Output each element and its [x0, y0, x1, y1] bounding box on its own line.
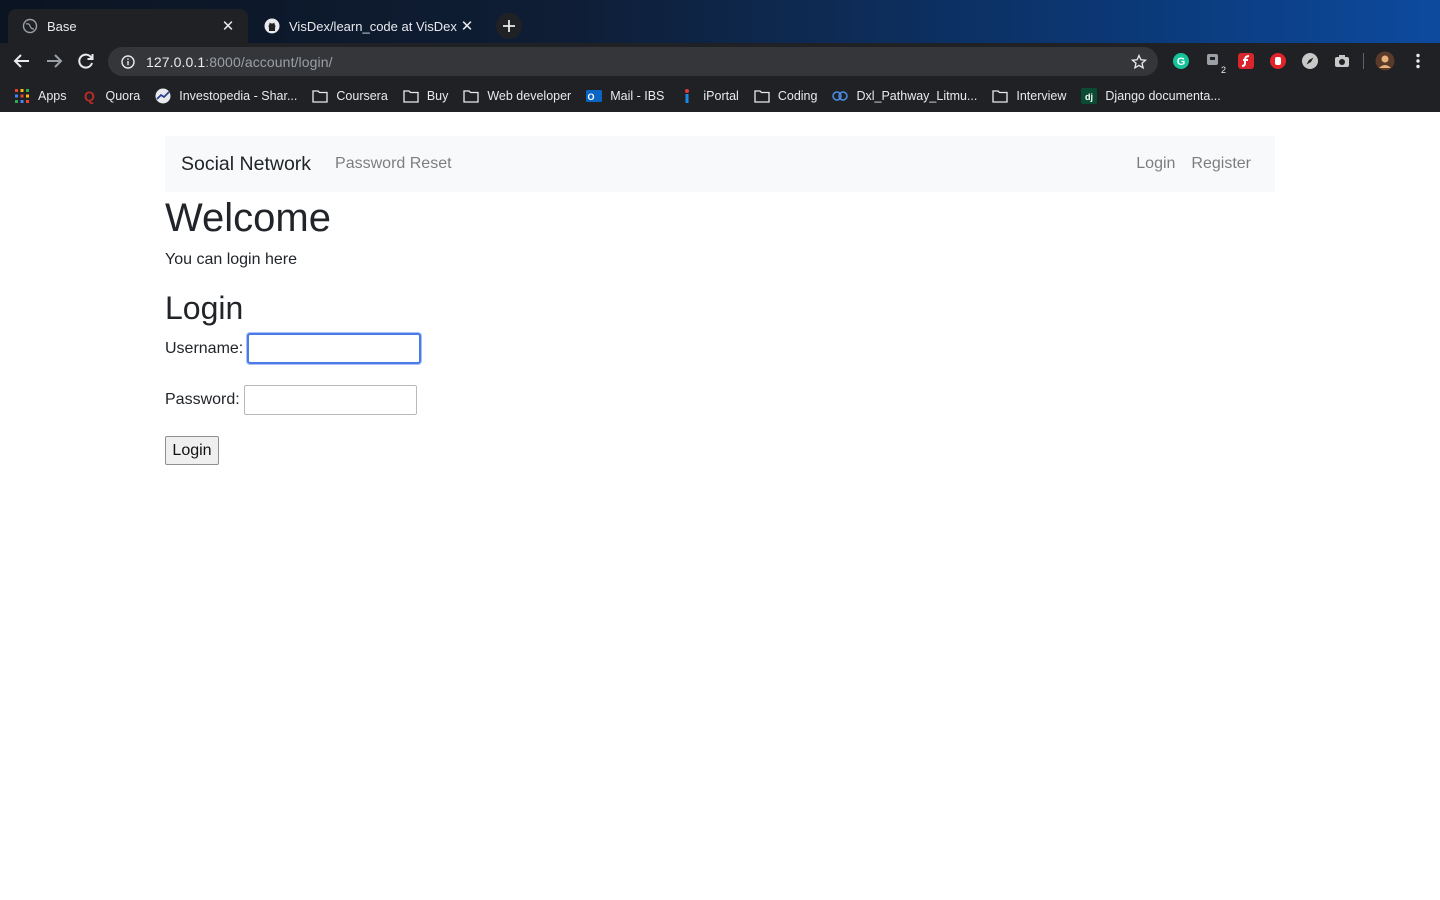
password-input[interactable] [243, 385, 417, 415]
arrow-left-icon [13, 54, 29, 68]
svg-text:dj: dj [1085, 92, 1093, 102]
bookmark-label: Coding [777, 88, 818, 103]
page-subtitle: You can login here [165, 251, 297, 268]
bookmark-coursera[interactable]: Coursera [312, 83, 394, 109]
navbar-right: Login Register [1136, 155, 1259, 173]
url-host: 127.0.0.1 [146, 53, 206, 70]
tab-title: VisDex/learn_code at VisDex [289, 18, 457, 34]
globe-icon [22, 18, 38, 34]
apps-grid-icon [14, 88, 30, 104]
password-label: Password: [165, 391, 240, 408]
bookmark-label: Apps [38, 88, 67, 103]
folder-icon [312, 88, 329, 104]
bookmark-label: Mail - IBS [610, 88, 665, 103]
bookmark-buy[interactable]: Buy [403, 83, 456, 109]
bookmark-label: Quora [105, 88, 141, 103]
bookmark-label: Coursera [336, 88, 388, 103]
url-text: 127.0.0.1:8000/account/login/ [146, 54, 333, 70]
grammarly-extension-icon[interactable]: G [1171, 51, 1191, 71]
login-form-title: Login [165, 290, 244, 326]
page-viewport: Social Network Password Reset Login Regi… [0, 112, 1440, 900]
bookmark-web-developer[interactable]: Web developer [463, 83, 578, 109]
nav-link-login[interactable]: Login [1136, 155, 1175, 173]
folder-icon [463, 88, 480, 104]
browser-toolbar: 127.0.0.1:8000/account/login/ G 2 [0, 43, 1440, 79]
reload-button[interactable] [76, 51, 96, 71]
folder-icon [992, 88, 1009, 104]
github-icon [264, 18, 280, 34]
compass-extension-icon[interactable] [1300, 51, 1320, 71]
site-navbar: Social Network Password Reset Login Regi… [165, 136, 1275, 192]
flash-extension-icon[interactable] [1236, 51, 1256, 71]
bookmark-apps[interactable]: Apps [14, 83, 74, 109]
bookmark-quora[interactable]: Q Quora [82, 83, 148, 109]
outlook-icon: O [586, 88, 603, 104]
investopedia-icon [155, 88, 171, 104]
address-bar[interactable]: 127.0.0.1:8000/account/login/ [108, 47, 1158, 76]
camera-extension-icon[interactable] [1332, 51, 1352, 71]
login-submit-button[interactable]: Login [165, 436, 219, 465]
arrow-right-icon [47, 54, 63, 68]
svg-text:G: G [1177, 56, 1186, 68]
bookmark-coding[interactable]: Coding [754, 83, 825, 109]
bookmark-label: Investopedia - Shar... [179, 88, 298, 103]
nav-link-register[interactable]: Register [1191, 155, 1251, 173]
tab-strip: Base ✕ VisDex/learn_code at VisDex ✕ [0, 0, 1440, 43]
quora-icon: Q [84, 87, 95, 104]
close-tab-icon[interactable]: ✕ [459, 18, 475, 35]
toolbar-separator [1363, 53, 1364, 69]
folder-icon [403, 88, 419, 104]
password-row: Password: [165, 385, 417, 415]
bookmark-label: iPortal [703, 88, 739, 103]
bookmark-label: Dxl_Pathway_Litmu... [856, 88, 978, 103]
bookmark-investopedia[interactable]: Investopedia - Shar... [155, 83, 304, 109]
bookmarks-bar: Apps Q Quora Investopedia - Shar... Cour… [0, 79, 1440, 112]
folder-icon [754, 88, 770, 104]
bookmark-mail-ibs[interactable]: O Mail - IBS [586, 83, 671, 109]
bookmark-star-icon[interactable] [1130, 53, 1148, 71]
username-input[interactable] [247, 333, 422, 364]
stop-hand-extension-icon[interactable] [1268, 51, 1288, 71]
close-tab-icon[interactable]: ✕ [220, 18, 236, 35]
iportal-icon [679, 88, 695, 104]
site-info-icon[interactable] [120, 54, 136, 70]
new-tab-button[interactable] [496, 13, 522, 39]
url-path: :8000/account/login/ [205, 53, 333, 70]
tab-title: Base [47, 18, 77, 34]
tab-github[interactable]: VisDex/learn_code at VisDex ✕ [250, 9, 487, 43]
bookmark-django-docs[interactable]: dj Django documenta... [1081, 83, 1227, 109]
extension-badge-icon[interactable]: 2 [1204, 51, 1226, 75]
django-icon: dj [1081, 87, 1098, 104]
bookmark-label: Django documenta... [1105, 88, 1221, 103]
username-label: Username: [165, 339, 244, 357]
bookmark-label: Buy [426, 88, 449, 103]
bookmark-label: Interview [1016, 88, 1067, 103]
bookmark-label: Web developer [487, 88, 572, 103]
page-title: Welcome [165, 196, 331, 240]
bookmark-iportal[interactable]: iPortal [679, 83, 745, 109]
nav-link-password-reset[interactable]: Password Reset [335, 155, 452, 173]
profile-avatar[interactable] [1375, 51, 1395, 71]
reload-icon [78, 53, 94, 69]
extension-badge-count: 2 [1220, 65, 1226, 75]
bookmark-interview[interactable]: Interview [992, 83, 1073, 109]
litmus-icon [832, 88, 849, 104]
svg-text:O: O [588, 92, 595, 102]
back-button[interactable] [12, 51, 32, 71]
bookmark-dxl-pathway[interactable]: Dxl_Pathway_Litmu... [832, 83, 984, 109]
kebab-menu-icon[interactable] [1408, 51, 1428, 71]
navbar-brand[interactable]: Social Network [181, 153, 311, 176]
forward-button[interactable] [44, 51, 64, 71]
plus-icon [503, 20, 515, 32]
username-row: Username: [165, 333, 422, 364]
tab-base[interactable]: Base ✕ [8, 9, 248, 43]
